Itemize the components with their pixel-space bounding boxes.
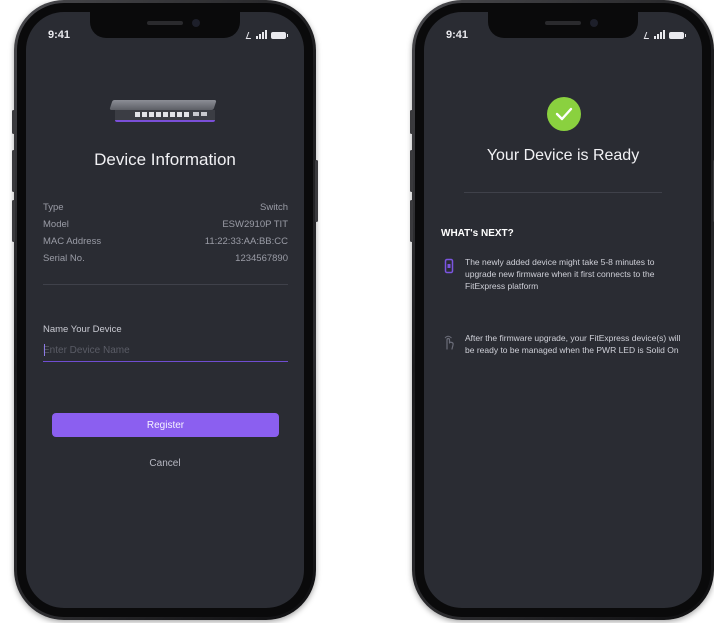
info-row-type: Type Switch xyxy=(43,199,288,216)
battery-icon xyxy=(271,32,288,39)
notch xyxy=(90,12,240,38)
info-label: Model xyxy=(43,219,69,230)
volume-down-button xyxy=(410,200,413,242)
location-icon xyxy=(245,32,254,39)
device-name-field-wrapper xyxy=(43,339,288,362)
whats-next-heading: WHAT's NEXT? xyxy=(441,228,514,239)
volume-down-button xyxy=(12,200,15,242)
page-title: Device Information xyxy=(94,150,236,169)
phone-device-info: 9:41 Device Information Type Switch Mode… xyxy=(12,0,318,620)
volume-up-button xyxy=(12,150,15,192)
network-switch-image xyxy=(109,100,217,126)
notch xyxy=(488,12,638,38)
success-badge xyxy=(547,97,581,131)
register-button[interactable]: Register xyxy=(52,413,279,437)
info-label: Type xyxy=(43,202,64,213)
status-icons xyxy=(245,29,288,39)
next-step-text: The newly added device might take 5-8 mi… xyxy=(465,257,655,291)
cancel-button[interactable]: Cancel xyxy=(26,458,304,469)
next-step-text: After the firmware upgrade, your FitExpr… xyxy=(465,333,681,355)
touch-icon xyxy=(441,332,457,356)
phone-icon xyxy=(441,256,457,292)
next-step-item: After the firmware upgrade, your FitExpr… xyxy=(441,332,686,356)
info-label: MAC Address xyxy=(43,236,102,247)
next-step-item: The newly added device might take 5-8 mi… xyxy=(441,256,686,292)
mute-switch xyxy=(12,110,15,134)
device-info-screen: 9:41 Device Information Type Switch Mode… xyxy=(26,12,304,608)
status-icons xyxy=(643,29,686,39)
device-ready-screen: 9:41 Your Device is Ready WHAT's NEXT? T… xyxy=(424,12,702,608)
info-row-mac-address: MAC Address 11:22:33:AA:BB:CC xyxy=(43,233,288,250)
page-title: Your Device is Ready xyxy=(486,147,640,164)
info-label: Serial No. xyxy=(43,253,85,264)
info-row-model: Model ESW2910P TIT xyxy=(43,216,288,233)
location-icon xyxy=(643,32,652,39)
status-time: 9:41 xyxy=(446,29,469,41)
mute-switch xyxy=(410,110,413,134)
device-name-input[interactable] xyxy=(43,339,288,361)
text-caret xyxy=(44,344,45,356)
signal-icon xyxy=(256,30,267,39)
device-info-table: Type Switch Model ESW2910P TIT MAC Addre… xyxy=(43,199,288,267)
info-value: Switch xyxy=(260,202,288,213)
info-value: ESW2910P TIT xyxy=(222,219,288,230)
battery-icon xyxy=(669,32,686,39)
divider xyxy=(464,192,662,193)
divider xyxy=(43,284,288,285)
phone-device-ready: 9:41 Your Device is Ready WHAT's NEXT? T… xyxy=(410,0,714,620)
signal-icon xyxy=(654,30,665,39)
info-value: 11:22:33:AA:BB:CC xyxy=(204,236,288,247)
info-row-serial: Serial No. 1234567890 xyxy=(43,250,288,267)
volume-up-button xyxy=(410,150,413,192)
status-time: 9:41 xyxy=(48,29,71,41)
power-button xyxy=(315,160,318,222)
checkmark-icon xyxy=(555,107,573,121)
device-name-label: Name Your Device xyxy=(43,324,122,335)
info-value: 1234567890 xyxy=(235,253,288,264)
